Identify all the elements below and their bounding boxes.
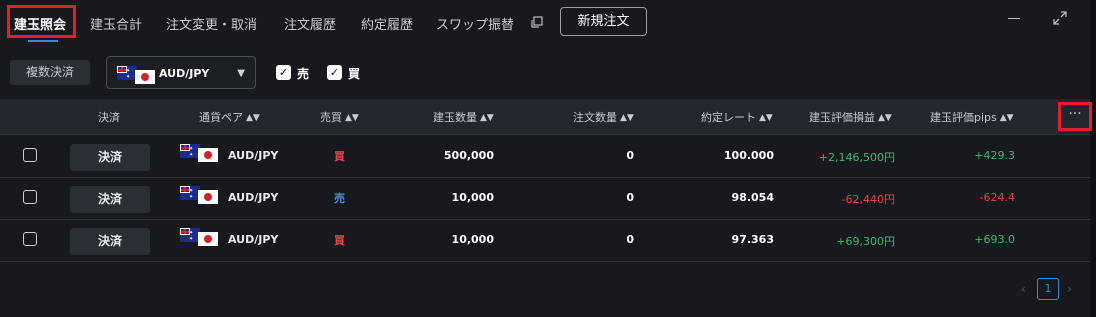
aud-jpy-flags-icon — [180, 186, 220, 204]
cell-pips: -624.4 — [979, 191, 1015, 204]
column-header-pips[interactable]: 建玉評価pips ▲▼ — [930, 109, 1014, 125]
next-page-button[interactable]: › — [1067, 282, 1072, 296]
cell-pair: AUD/JPY — [228, 191, 279, 204]
cell-side: 売 — [334, 192, 345, 205]
open-external-icon[interactable] — [531, 16, 543, 28]
cell-order-qty: 0 — [626, 191, 634, 204]
cell-side: 買 — [334, 150, 345, 163]
page-1-button[interactable]: 1 — [1037, 278, 1059, 300]
column-header-order-qty[interactable]: 注文数量 ▲▼ — [573, 109, 634, 125]
cell-pips: +429.3 — [974, 149, 1015, 162]
row-select-checkbox[interactable] — [23, 148, 37, 162]
checkmark-icon: ✓ — [276, 65, 291, 80]
aud-jpy-flags-icon — [117, 66, 157, 84]
sort-icon: ▲▼ — [620, 113, 634, 123]
new-order-button[interactable]: 新規注文 — [560, 7, 647, 36]
column-header-rate-label: 約定レート — [701, 111, 756, 124]
table-row: 決済 AUD/JPY 買 10,000 0 97.363 +69,300円 +6… — [0, 220, 1090, 262]
bulk-settle-button[interactable]: 複数決済 — [10, 60, 90, 85]
cell-rate: 97.363 — [731, 233, 774, 246]
aud-jpy-flags-icon — [180, 144, 220, 162]
cell-quantity: 10,000 — [451, 191, 494, 204]
expand-icon[interactable] — [1052, 10, 1068, 26]
settle-button[interactable]: 決済 — [70, 186, 150, 213]
column-header-pl[interactable]: 建玉評価損益 ▲▼ — [809, 109, 892, 125]
tab-order-history[interactable]: 注文履歴 — [284, 14, 336, 33]
sort-icon: ▲▼ — [480, 113, 494, 123]
tab-position-summary[interactable]: 建玉合計 — [90, 14, 142, 33]
cell-order-qty: 0 — [626, 149, 634, 162]
currency-pair-select-value: AUD/JPY — [159, 67, 210, 80]
cell-pips: +693.0 — [974, 233, 1015, 246]
row-select-checkbox[interactable] — [23, 190, 37, 204]
aud-jpy-flags-icon — [180, 228, 220, 246]
checkmark-icon: ✓ — [327, 65, 342, 80]
prev-page-button[interactable]: ‹ — [1021, 282, 1026, 296]
active-tab-highlight — [7, 5, 76, 38]
caret-down-icon: ▼ — [237, 68, 245, 79]
column-header-pair-label: 通貨ペア — [199, 111, 243, 124]
column-header-pair[interactable]: 通貨ペア ▲▼ — [199, 109, 260, 125]
column-header-quantity-label: 建玉数量 — [433, 111, 477, 124]
column-header-settle: 決済 — [98, 111, 120, 124]
column-header-side-label: 売買 — [320, 111, 342, 124]
active-tab-underline — [28, 40, 58, 42]
table-row: 決済 AUD/JPY 買 500,000 0 100.000 +2,146,50… — [0, 136, 1090, 178]
positions-table-header: 決済 通貨ペア ▲▼ 売買 ▲▼ 建玉数量 ▲▼ 注文数量 ▲▼ 約定レート ▲▼ 建玉評… — [0, 99, 1090, 135]
cell-side: 買 — [334, 234, 345, 247]
column-header-pips-label: 建玉評価pips — [930, 111, 997, 124]
sort-icon: ▲▼ — [878, 113, 892, 123]
currency-pair-select[interactable]: AUD/JPY ▼ — [106, 56, 256, 89]
tab-execution-history[interactable]: 約定履歴 — [361, 14, 413, 33]
buy-filter-label: 買 — [348, 67, 361, 81]
cell-quantity: 10,000 — [451, 233, 494, 246]
row-select-checkbox[interactable] — [23, 232, 37, 246]
column-header-quantity[interactable]: 建玉数量 ▲▼ — [433, 109, 494, 125]
sort-icon: ▲▼ — [759, 113, 773, 123]
sort-icon: ▲▼ — [999, 113, 1014, 123]
cell-quantity: 500,000 — [443, 149, 494, 162]
column-header-pl-label: 建玉評価損益 — [809, 111, 875, 124]
scrollbar-track[interactable] — [1090, 0, 1096, 317]
cell-rate: 100.000 — [723, 149, 774, 162]
sort-icon: ▲▼ — [345, 113, 359, 123]
cell-pl: -62,440円 — [841, 193, 895, 206]
cell-rate: 98.054 — [731, 191, 774, 204]
settle-button[interactable]: 決済 — [70, 144, 150, 171]
tab-bar: 建玉照会 建玉合計 注文変更・取消 注文履歴 約定履歴 スワップ振替 新規注文 — [0, 0, 1096, 46]
table-row: 決済 AUD/JPY 売 10,000 0 98.054 -62,440円 -6… — [0, 178, 1090, 220]
cell-pl: +69,300円 — [836, 235, 895, 248]
tab-swap-transfer[interactable]: スワップ振替 — [436, 14, 514, 33]
column-header-rate[interactable]: 約定レート ▲▼ — [701, 109, 773, 125]
column-header-side[interactable]: 売買 ▲▼ — [320, 109, 359, 125]
sort-icon: ▲▼ — [246, 113, 260, 123]
settle-button[interactable]: 決済 — [70, 228, 150, 255]
column-header-order-qty-label: 注文数量 — [573, 111, 617, 124]
sell-filter-label: 売 — [297, 67, 310, 81]
filter-toolbar: 複数決済 AUD/JPY ▼ ✓ 売 ✓ 買 — [0, 56, 1090, 90]
more-options-button[interactable]: ··· — [1058, 102, 1092, 131]
cell-order-qty: 0 — [626, 233, 634, 246]
minimize-icon[interactable] — [1008, 18, 1020, 19]
cell-pair: AUD/JPY — [228, 233, 279, 246]
cell-pl: +2,146,500円 — [818, 151, 895, 164]
cell-pair: AUD/JPY — [228, 149, 279, 162]
tab-order-modify-cancel[interactable]: 注文変更・取消 — [166, 14, 257, 33]
